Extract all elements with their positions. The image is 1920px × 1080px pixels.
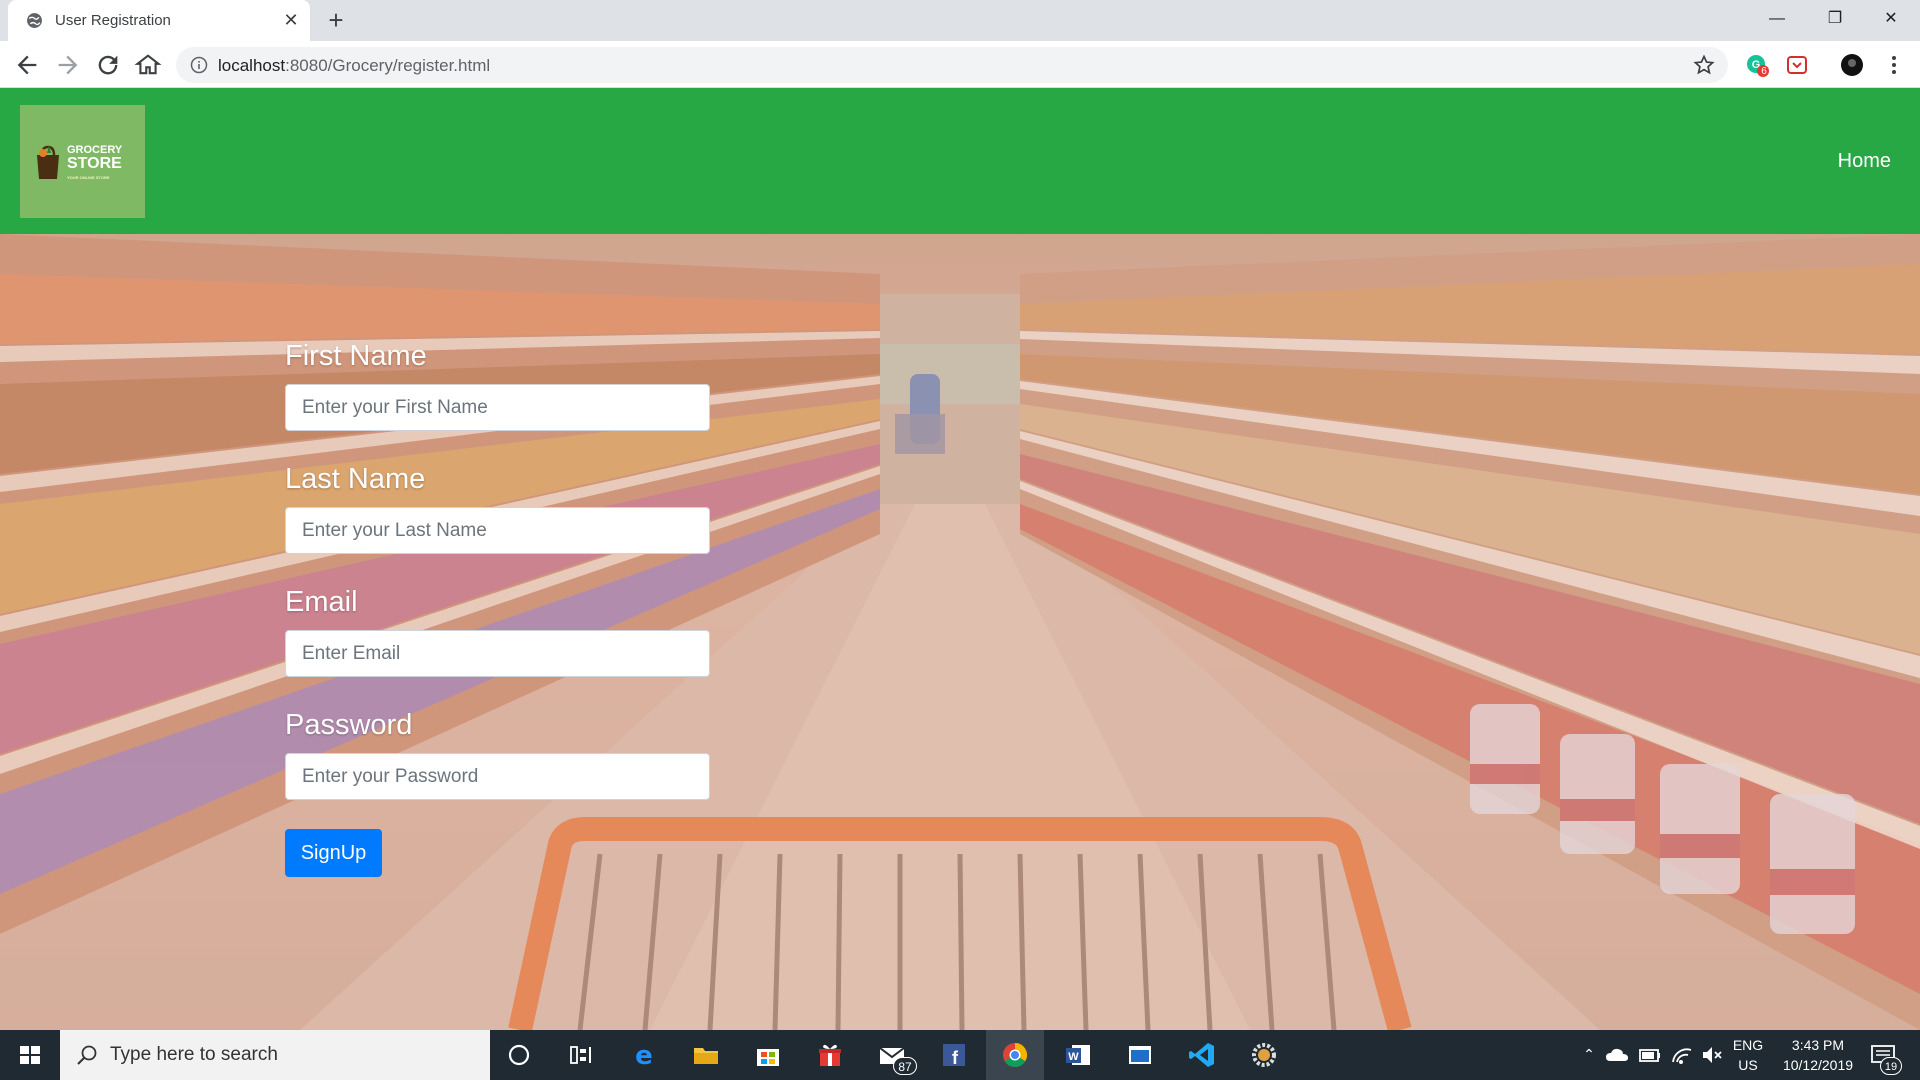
minimize-icon[interactable]: — xyxy=(1748,0,1806,38)
nav-home-link[interactable]: Home xyxy=(1838,150,1891,173)
supermarket-aisle-background: First Name Last Name Email Password Sign… xyxy=(0,234,1920,1030)
last-name-label: Last Name xyxy=(285,463,426,495)
svg-text:e: e xyxy=(635,1041,653,1071)
word-icon[interactable]: W xyxy=(1062,1039,1094,1071)
file-explorer-icon[interactable] xyxy=(690,1039,722,1071)
registration-form: First Name Last Name Email Password Sign… xyxy=(285,342,711,877)
email-group: Email xyxy=(285,588,711,711)
first-name-group: First Name xyxy=(285,342,711,465)
signup-button[interactable]: SignUp xyxy=(285,829,382,877)
edge-browser-icon[interactable]: e xyxy=(628,1039,660,1071)
forward-arrow-icon[interactable] xyxy=(54,51,82,79)
show-hidden-icons-icon[interactable]: ⌃ xyxy=(1580,1044,1598,1064)
extension-badge: 6 xyxy=(1761,66,1767,77)
url-host: localhost xyxy=(218,56,286,75)
browser-tab-strip: User Registration ✕ + — ❐ ✕ xyxy=(0,0,1920,41)
search-icon xyxy=(77,1045,97,1065)
globe-icon xyxy=(27,13,42,28)
password-input[interactable] xyxy=(285,753,710,800)
address-bar[interactable]: localhost:8080/Grocery/register.html xyxy=(176,47,1728,83)
bookmark-star-icon[interactable] xyxy=(1692,53,1716,77)
microsoft-store-icon[interactable] xyxy=(752,1039,784,1071)
back-arrow-icon[interactable] xyxy=(13,51,41,79)
info-icon[interactable] xyxy=(190,56,208,74)
restore-icon[interactable]: ❐ xyxy=(1806,0,1864,38)
first-name-label: First Name xyxy=(285,340,427,372)
windows-taskbar: Type here to search e 87 f W ⌃ ENG US 3:… xyxy=(0,1030,1920,1080)
chrome-icon[interactable] xyxy=(999,1039,1031,1071)
logo-line-2: STORE xyxy=(67,155,122,172)
wifi-icon[interactable] xyxy=(1670,1042,1694,1068)
home-icon[interactable] xyxy=(134,51,162,79)
web-page: GROCERY STORE YOUR ONLINE STORE Home Fir… xyxy=(0,88,1920,1030)
clock-time: 3:43 PM xyxy=(1791,1037,1845,1053)
url-path: :8080/Grocery/register.html xyxy=(285,56,491,75)
reload-icon[interactable] xyxy=(94,51,122,79)
language-code: ENG xyxy=(1732,1037,1764,1053)
pocket-extension-icon[interactable] xyxy=(1785,53,1809,77)
battery-icon[interactable] xyxy=(1638,1042,1662,1068)
site-logo[interactable]: GROCERY STORE YOUR ONLINE STORE xyxy=(20,105,145,218)
first-name-input[interactable] xyxy=(285,384,710,431)
email-label: Email xyxy=(285,586,358,618)
region-code: US xyxy=(1738,1057,1758,1073)
last-name-group: Last Name xyxy=(285,465,711,588)
logo-text: GROCERY STORE YOUR ONLINE STORE xyxy=(67,145,122,180)
browser-toolbar: localhost:8080/Grocery/register.html G 6 xyxy=(0,41,1920,88)
site-navbar: GROCERY STORE YOUR ONLINE STORE Home xyxy=(0,88,1920,234)
svg-text:f: f xyxy=(952,1048,959,1068)
mail-badge: 87 xyxy=(893,1057,917,1075)
logo-line-3: YOUR ONLINE STORE xyxy=(67,175,110,180)
close-tab-icon[interactable]: ✕ xyxy=(280,9,302,31)
app-window-icon[interactable] xyxy=(1124,1039,1156,1071)
search-placeholder: Type here to search xyxy=(110,1044,278,1065)
input-language[interactable]: ENG US xyxy=(1728,1035,1768,1075)
clock-date: 10/12/2019 xyxy=(1782,1057,1854,1073)
windows-start-icon[interactable] xyxy=(0,1030,60,1080)
gift-icon[interactable] xyxy=(814,1039,846,1071)
vscode-icon[interactable] xyxy=(1186,1039,1218,1071)
volume-muted-icon[interactable] xyxy=(1700,1042,1724,1068)
last-name-input[interactable] xyxy=(285,507,710,554)
cortana-icon[interactable] xyxy=(503,1039,535,1071)
facebook-icon[interactable]: f xyxy=(938,1039,970,1071)
password-group: Password xyxy=(285,711,711,834)
close-window-icon[interactable]: ✕ xyxy=(1862,0,1920,38)
password-label: Password xyxy=(285,709,413,741)
grocery-bag-icon xyxy=(37,145,59,179)
notification-count-badge: 19 xyxy=(1880,1057,1902,1075)
clock[interactable]: 3:43 PM 10/12/2019 xyxy=(1770,1035,1866,1075)
new-tab-icon[interactable]: + xyxy=(322,7,350,35)
email-input[interactable] xyxy=(285,630,710,677)
url-text: localhost:8080/Grocery/register.html xyxy=(218,56,490,76)
task-view-icon[interactable] xyxy=(565,1039,597,1071)
settings-gear-icon[interactable] xyxy=(1248,1039,1280,1071)
tab-title: User Registration xyxy=(55,12,171,29)
onedrive-cloud-icon[interactable] xyxy=(1604,1042,1630,1068)
menu-dots-icon[interactable] xyxy=(1882,53,1906,77)
browser-tab[interactable]: User Registration ✕ xyxy=(8,0,310,41)
profile-avatar-icon[interactable] xyxy=(1840,53,1864,77)
svg-text:W: W xyxy=(1068,1051,1079,1063)
taskbar-search-box[interactable]: Type here to search xyxy=(60,1030,490,1080)
